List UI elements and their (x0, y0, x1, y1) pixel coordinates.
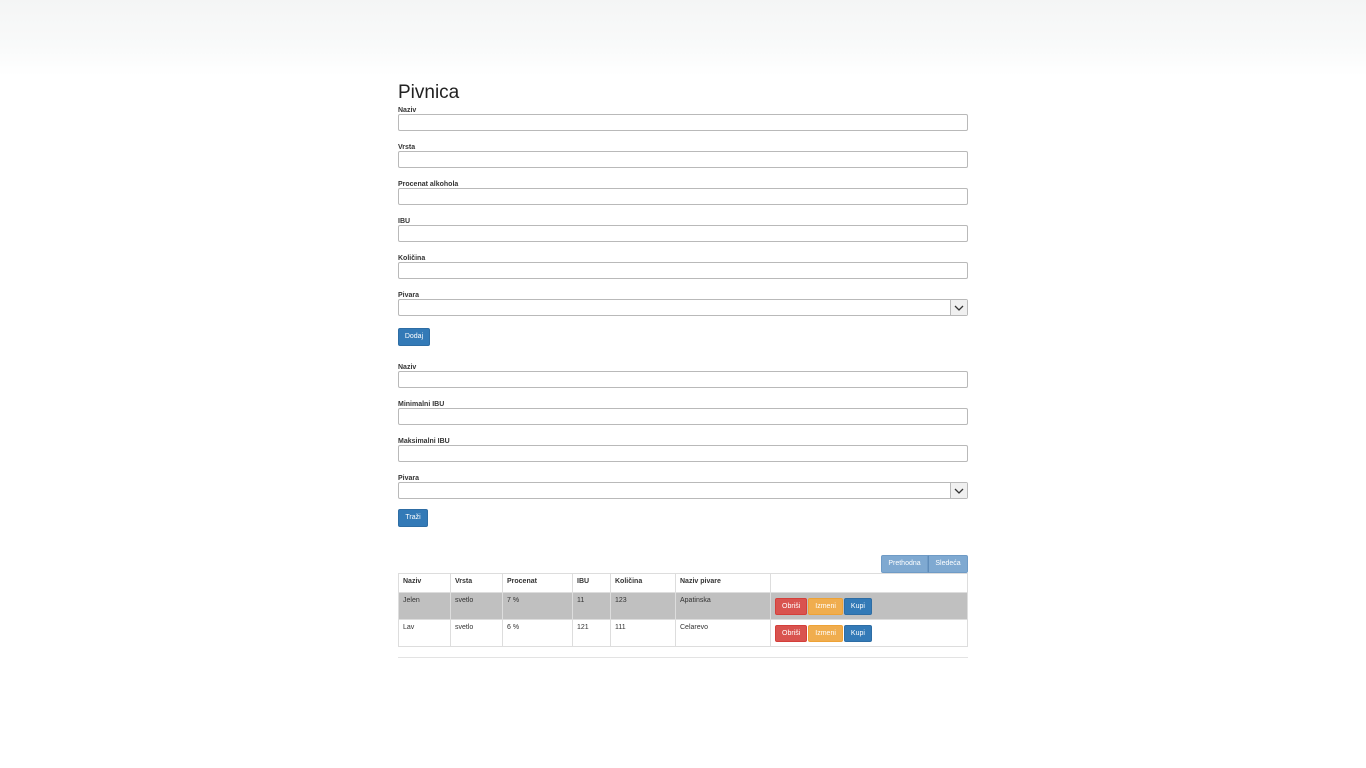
trazi-button[interactable]: Traži (398, 509, 428, 527)
col-naziv-pivare: Naziv pivare (675, 573, 771, 593)
page-background-band (0, 0, 1366, 76)
footer-divider (398, 657, 968, 658)
cell-vrsta: svetlo (450, 592, 503, 620)
field-search-pivara: Pivara (398, 474, 968, 511)
search-pivara-select[interactable] (398, 482, 968, 499)
col-procenat: Procenat (502, 573, 573, 593)
select-value (399, 489, 403, 498)
cell-pivara: Celarevo (675, 619, 771, 647)
min-ibu-input[interactable] (398, 408, 968, 425)
page-title: Pivnica (398, 82, 460, 103)
cell-ibu: 121 (572, 619, 611, 647)
main-container: Pivnica Naziv Vrsta Procenat alkohola IB… (398, 80, 968, 647)
cell-ibu: 11 (572, 592, 611, 620)
col-naziv: Naziv (398, 573, 451, 593)
kolicina-input[interactable] (398, 262, 968, 279)
field-procenat: Procenat alkohola (398, 180, 968, 217)
field-search-naziv: Naziv (398, 363, 968, 400)
pager: Prethodna Sledeća (881, 555, 968, 573)
kupi-button[interactable]: Kupi (843, 597, 872, 615)
field-min-ibu: Minimalni IBU (398, 400, 968, 437)
cell-procenat: 6 % (502, 619, 573, 647)
col-ibu: IBU (572, 573, 611, 593)
chevron-down-icon[interactable] (950, 483, 967, 498)
cell-kolicina: 111 (610, 619, 676, 647)
col-kolicina: Količina (610, 573, 676, 593)
table-row: Lav svetlo 6 % 121 111 Celarevo Obriši Iz… (398, 619, 968, 647)
cell-naziv: Jelen (398, 592, 451, 620)
vrsta-input[interactable] (398, 151, 968, 168)
obrisi-button[interactable]: Obriši (775, 624, 808, 642)
sledeca-button[interactable]: Sledeća (928, 555, 968, 573)
field-pivara: Pivara (398, 291, 968, 328)
table-row: Jelen svetlo 7 % 11 123 Apatinska Obriši… (398, 592, 968, 620)
naziv-input[interactable] (398, 114, 968, 131)
beer-table: Naziv Vrsta Procenat IBU Količina Naziv … (398, 573, 968, 647)
ibu-input[interactable] (398, 225, 968, 242)
table-header-row: Naziv Vrsta Procenat IBU Količina Naziv … (398, 573, 968, 593)
izmeni-button[interactable]: Izmeni (808, 597, 843, 615)
cell-pivara: Apatinska (675, 592, 771, 620)
procenat-input[interactable] (398, 188, 968, 205)
field-vrsta: Vrsta (398, 143, 968, 180)
pivara-select[interactable] (398, 299, 968, 316)
search-form: Naziv Minimalni IBU Maksimalni IBU Pivar… (398, 363, 968, 535)
search-naziv-input[interactable] (398, 371, 968, 388)
field-naziv: Naziv (398, 106, 968, 143)
izmeni-button[interactable]: Izmeni (808, 624, 843, 642)
cell-naziv: Lav (398, 619, 451, 647)
cell-vrsta: svetlo (450, 619, 503, 647)
cell-actions: Obriši Izmeni Kupi (770, 592, 968, 620)
kupi-button[interactable]: Kupi (843, 624, 872, 642)
add-beer-form: Naziv Vrsta Procenat alkohola IBU Količi… (398, 106, 968, 352)
select-value (399, 306, 403, 315)
max-ibu-input[interactable] (398, 445, 968, 462)
cell-actions: Obriši Izmeni Kupi (770, 619, 968, 647)
col-actions (770, 573, 968, 593)
cell-kolicina: 123 (610, 592, 676, 620)
field-kolicina: Količina (398, 254, 968, 291)
chevron-down-icon[interactable] (950, 300, 967, 315)
field-ibu: IBU (398, 217, 968, 254)
col-vrsta: Vrsta (450, 573, 503, 593)
cell-procenat: 7 % (502, 592, 573, 620)
dodaj-button[interactable]: Dodaj (398, 328, 430, 346)
field-max-ibu: Maksimalni IBU (398, 437, 968, 474)
prethodna-button[interactable]: Prethodna (881, 555, 928, 573)
obrisi-button[interactable]: Obriši (775, 597, 808, 615)
